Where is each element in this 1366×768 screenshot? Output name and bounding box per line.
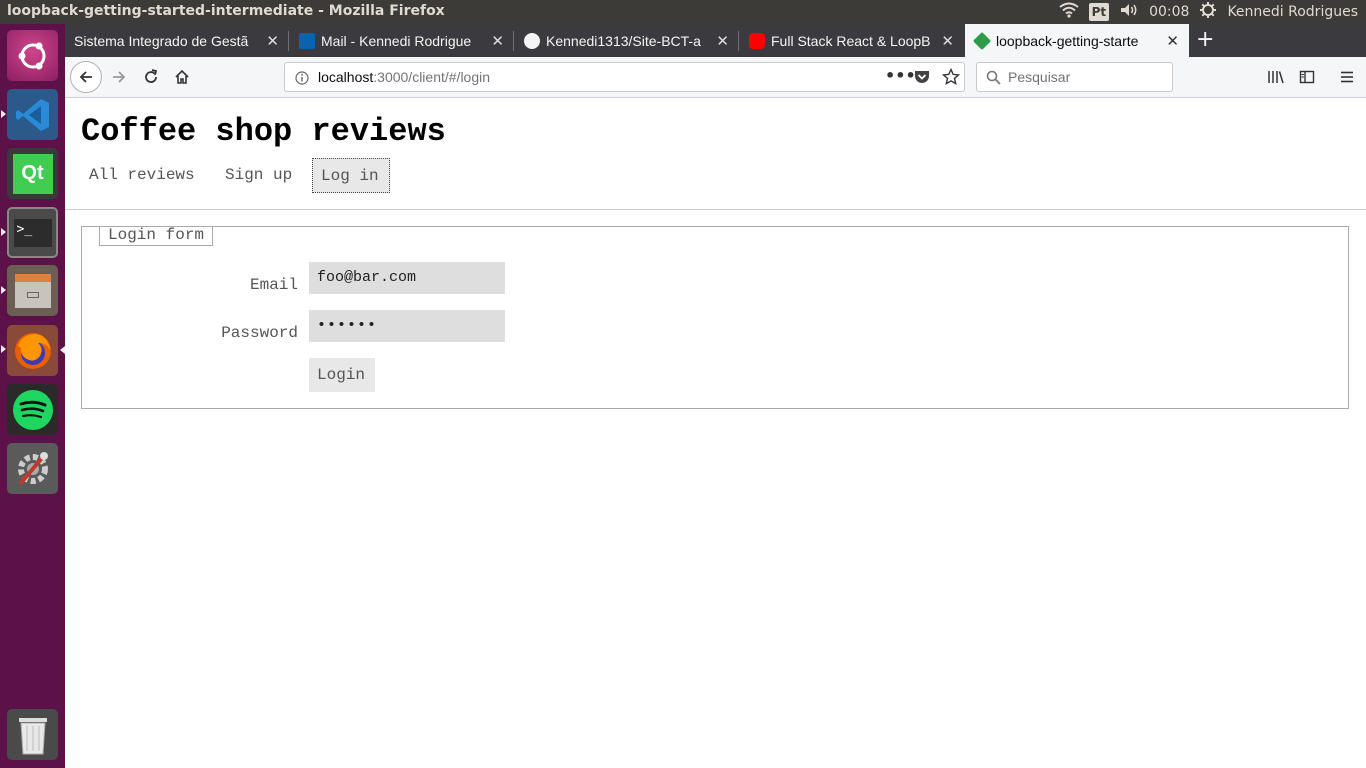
navigation-toolbar: localhost:3000/client/#/login ••• Pesqui… [65, 57, 1366, 98]
tab-label: Mail - Kennedi Rodrigues [321, 32, 471, 49]
tab-separator [513, 31, 514, 51]
volume-icon[interactable] [1119, 2, 1139, 22]
gear-icon[interactable] [1199, 1, 1217, 23]
login-form [81, 226, 1349, 409]
loopback-icon [972, 31, 992, 50]
close-tab-icon[interactable]: ✕ [941, 32, 954, 50]
home-button[interactable] [168, 63, 196, 91]
close-tab-icon[interactable]: ✕ [716, 32, 729, 50]
qt-creator-icon[interactable]: Qt [7, 148, 58, 199]
nav-sign-up[interactable]: Sign up [217, 158, 300, 193]
url-host: localhost [318, 69, 374, 85]
keyboard-layout-indicator[interactable]: Pt [1088, 3, 1110, 21]
tab-separator [288, 31, 289, 51]
email-field[interactable]: foo@bar.com [309, 262, 505, 294]
page-title: Coffee shop reviews [81, 113, 446, 150]
page-content: Coffee shop reviews All reviews Sign up … [65, 98, 1366, 768]
tab-separator [738, 31, 739, 51]
clock[interactable]: 00:08 [1149, 4, 1189, 20]
search-placeholder: Pesquisar [1008, 69, 1071, 85]
tab-label: Sistema Integrado de Gestã [74, 32, 249, 49]
system-tray: Pt 00:08 Kennedi Rodrigues [1058, 0, 1358, 24]
reload-button[interactable] [137, 63, 165, 91]
search-bar[interactable]: Pesquisar [976, 62, 1173, 92]
terminal-icon[interactable]: >_ [7, 207, 58, 258]
tab-sigaa[interactable]: Sistema Integrado de Gestã ✕ [65, 24, 289, 57]
info-icon[interactable] [295, 70, 309, 89]
close-tab-icon[interactable]: ✕ [491, 32, 504, 50]
back-button[interactable] [70, 61, 102, 93]
close-tab-icon[interactable]: ✕ [1166, 32, 1179, 50]
nav-log-in[interactable]: Log in [312, 158, 390, 193]
ubuntu-dash-icon[interactable] [7, 30, 58, 81]
system-top-bar: loopback-getting-started-intermediate - … [0, 0, 1366, 24]
email-label: Email [249, 276, 298, 294]
outlook-icon [299, 32, 315, 49]
tab-mail[interactable]: Mail - Kennedi Rodrigues ✕ [290, 24, 514, 57]
login-button[interactable]: Login [309, 358, 375, 392]
page-actions-icon[interactable]: ••• [885, 66, 916, 85]
tab-youtube[interactable]: Full Stack React & LoopB ✕ [740, 24, 964, 57]
url-path: :3000/client/#/login [373, 69, 491, 85]
forward-button[interactable] [105, 63, 133, 91]
tab-loopback[interactable]: loopback-getting-starte ✕ [965, 24, 1189, 57]
running-indicator [1, 345, 6, 353]
tab-label: Full Stack React & LoopB [771, 32, 931, 49]
sidebar-icon[interactable] [1293, 63, 1321, 91]
window-title: loopback-getting-started-intermediate - … [7, 3, 445, 19]
password-label: Password [221, 324, 298, 342]
youtube-icon [749, 32, 765, 49]
form-legend: Login form [99, 226, 214, 246]
running-indicator [1, 228, 6, 236]
firefox-icon[interactable] [7, 325, 58, 376]
nav-all-reviews[interactable]: All reviews [81, 158, 203, 193]
launcher: Qt >_ [0, 24, 65, 768]
files-icon[interactable] [7, 265, 58, 316]
close-tab-icon[interactable]: ✕ [266, 32, 279, 50]
wifi-icon[interactable] [1058, 2, 1079, 22]
vscode-icon[interactable] [7, 89, 58, 140]
search-icon [986, 70, 1001, 89]
user-name[interactable]: Kennedi Rodrigues [1227, 4, 1358, 20]
tab-label: loopback-getting-starte [996, 32, 1139, 49]
divider [65, 209, 1366, 210]
url-text[interactable]: localhost:3000/client/#/login [318, 69, 490, 85]
url-bar[interactable]: localhost:3000/client/#/login ••• [284, 62, 965, 92]
tab-label: Kennedi1313/Site-BCT-a [546, 32, 701, 49]
trash-icon[interactable] [7, 709, 58, 760]
tab-github[interactable]: Kennedi1313/Site-BCT-a ✕ [515, 24, 739, 57]
running-indicator [1, 110, 6, 118]
library-icon[interactable] [1262, 63, 1290, 91]
pocket-icon[interactable] [914, 69, 930, 89]
menu-icon[interactable] [1333, 63, 1361, 91]
system-settings-icon[interactable] [7, 443, 58, 494]
github-icon [524, 32, 540, 49]
bookmark-star-icon[interactable] [941, 67, 961, 90]
spotify-icon[interactable] [7, 384, 58, 435]
new-tab-button[interactable]: + [1196, 27, 1214, 52]
running-indicator [1, 286, 6, 294]
password-field[interactable]: •••••• [309, 310, 505, 342]
tab-strip: Sistema Integrado de Gestã ✕ Mail - Kenn… [65, 24, 1366, 57]
